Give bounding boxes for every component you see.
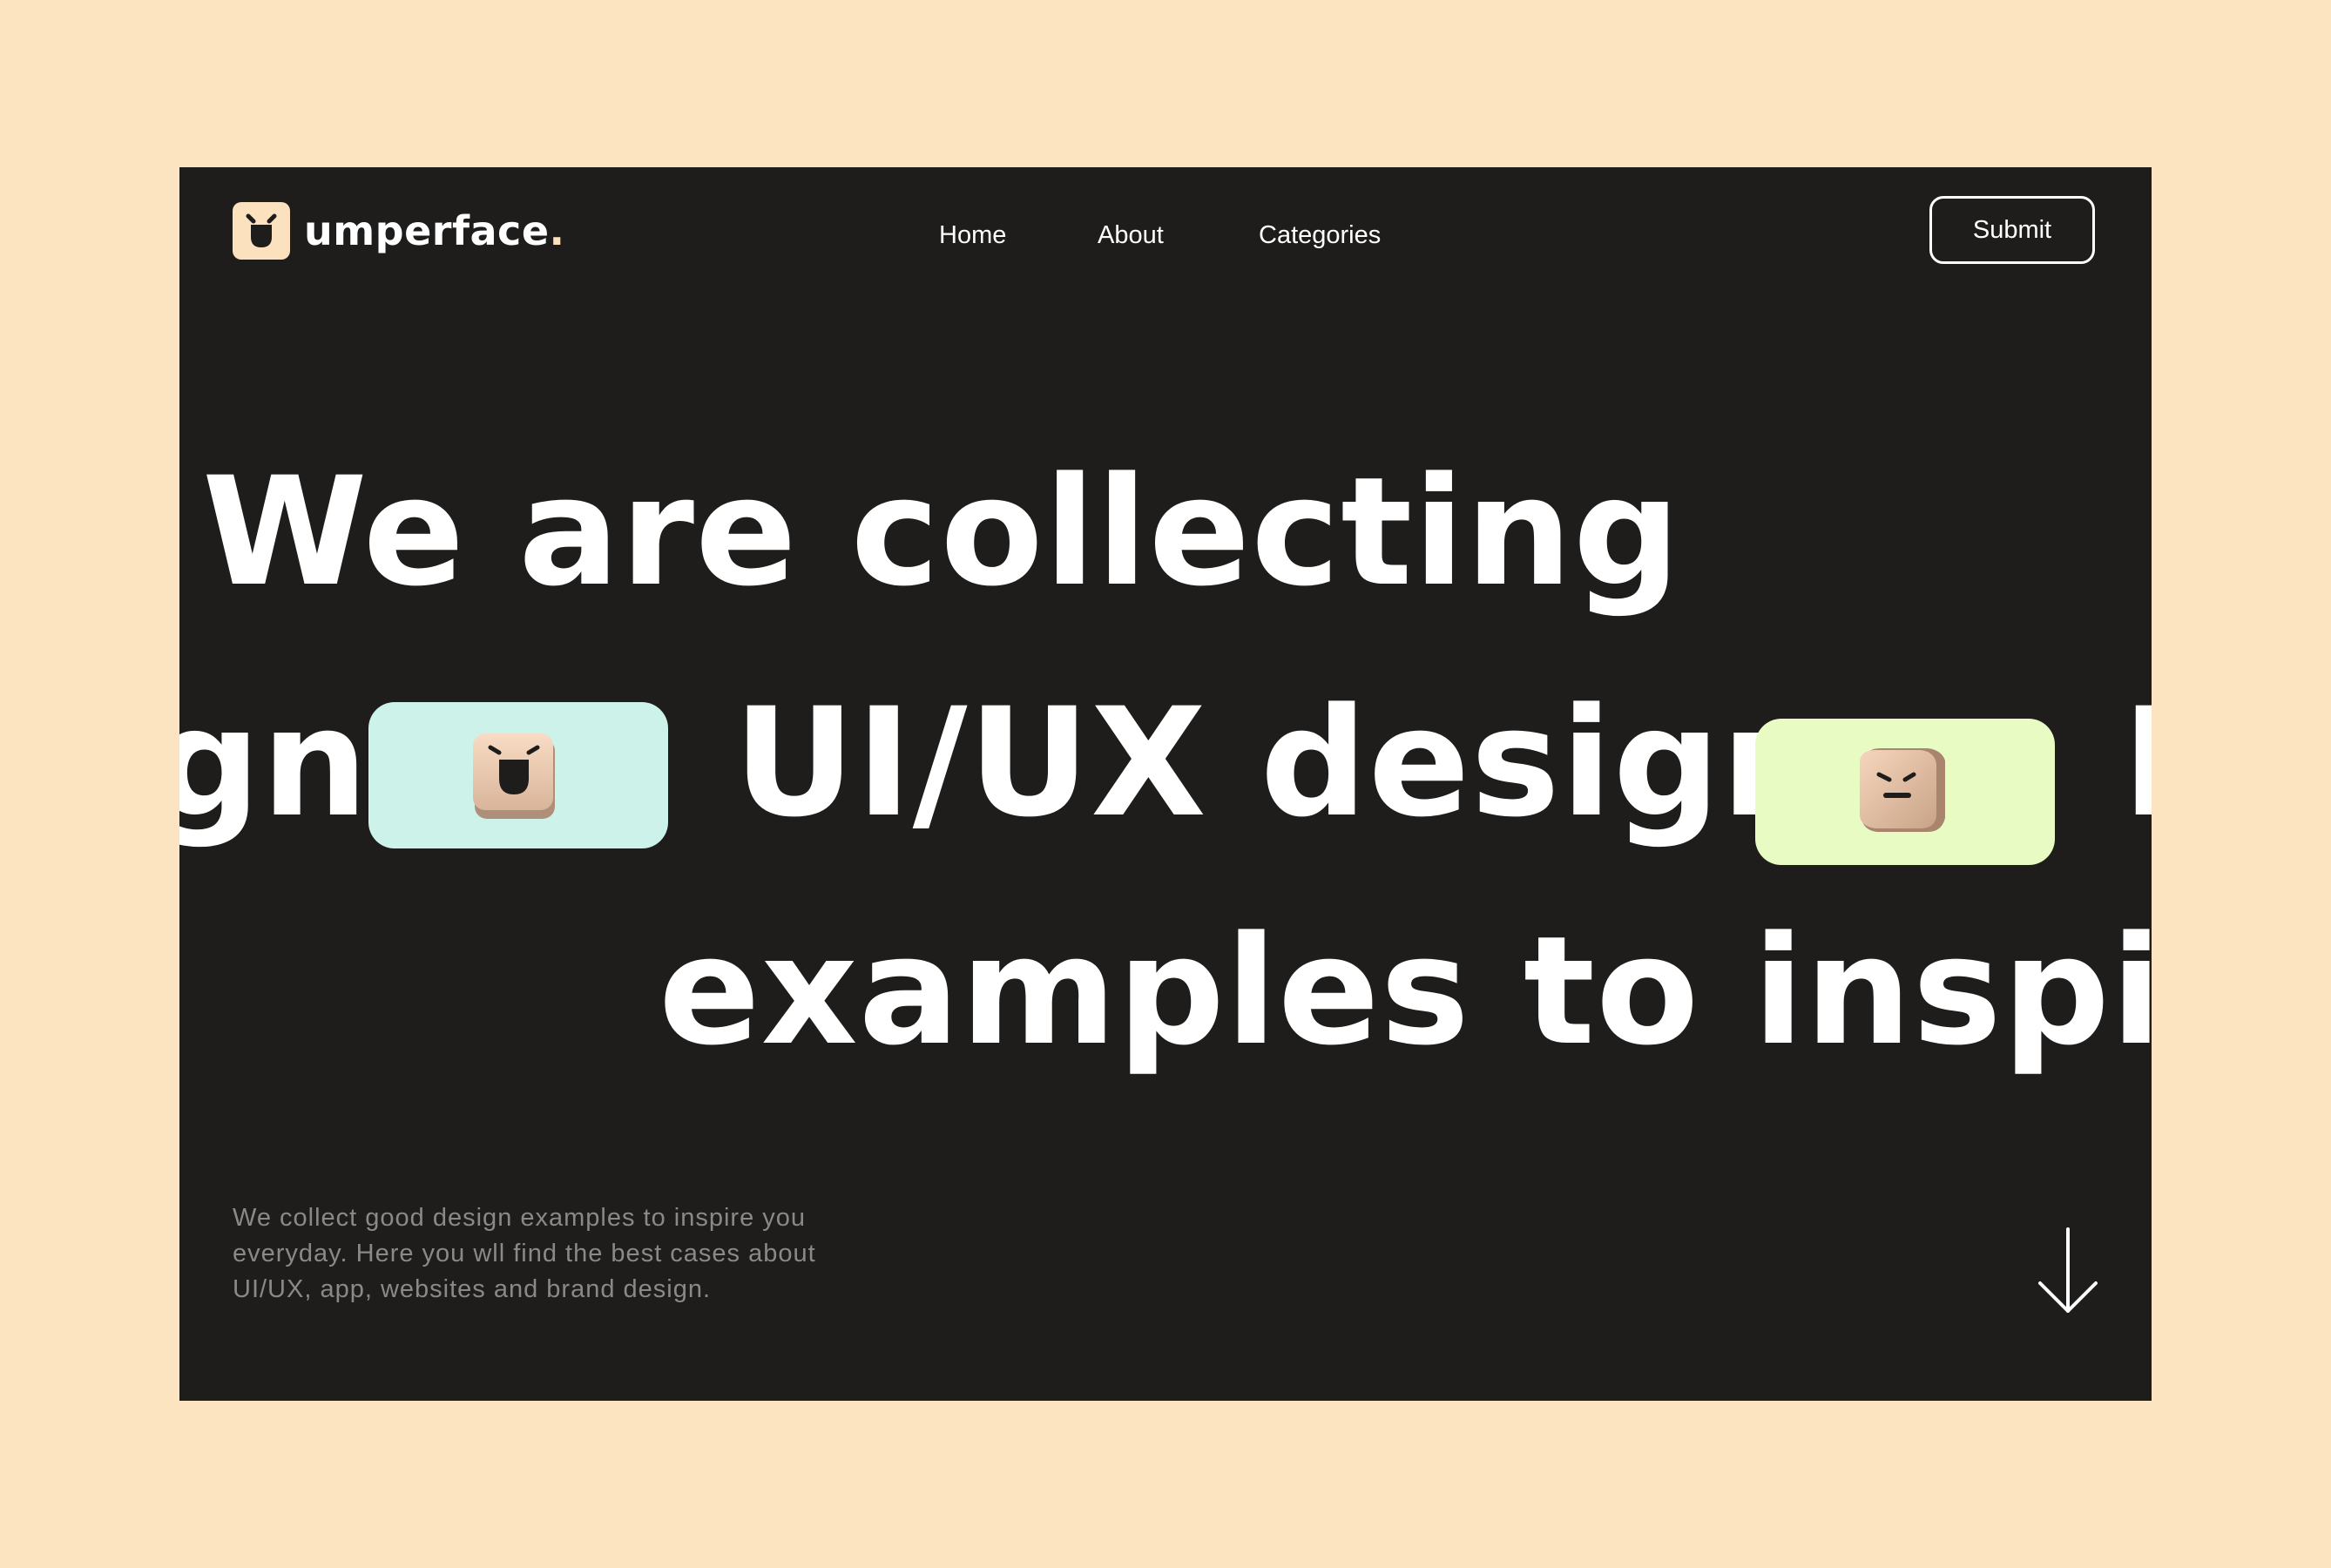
lime-emoji-pill — [1755, 719, 2055, 865]
hero-line-3: examples to inspire — [659, 903, 2152, 1078]
hero-line-1: We are collecting — [202, 444, 1681, 619]
nav-home[interactable]: Home — [939, 218, 1006, 253]
hero-frame: umperface. Home About Categories Submit … — [179, 167, 2152, 1401]
mint-emoji-pill — [368, 702, 668, 848]
nav-about[interactable]: About — [1098, 218, 1164, 253]
hero-line-2-left-fragment: gn — [179, 675, 369, 850]
laughing-cube-icon — [473, 733, 555, 819]
nav-categories[interactable]: Categories — [1259, 218, 1381, 253]
main-nav: Home About Categories — [179, 218, 2152, 253]
submit-button[interactable]: Submit — [1929, 196, 2095, 264]
hero-description: We collect good design examples to inspi… — [233, 1204, 816, 1303]
hero-line-2-right-fragment: I — [2122, 675, 2152, 850]
hero-line-2: UI/UX design — [733, 675, 1829, 850]
arrow-down-icon[interactable] — [2033, 1226, 2103, 1316]
neutral-cube-icon — [1860, 748, 1945, 832]
